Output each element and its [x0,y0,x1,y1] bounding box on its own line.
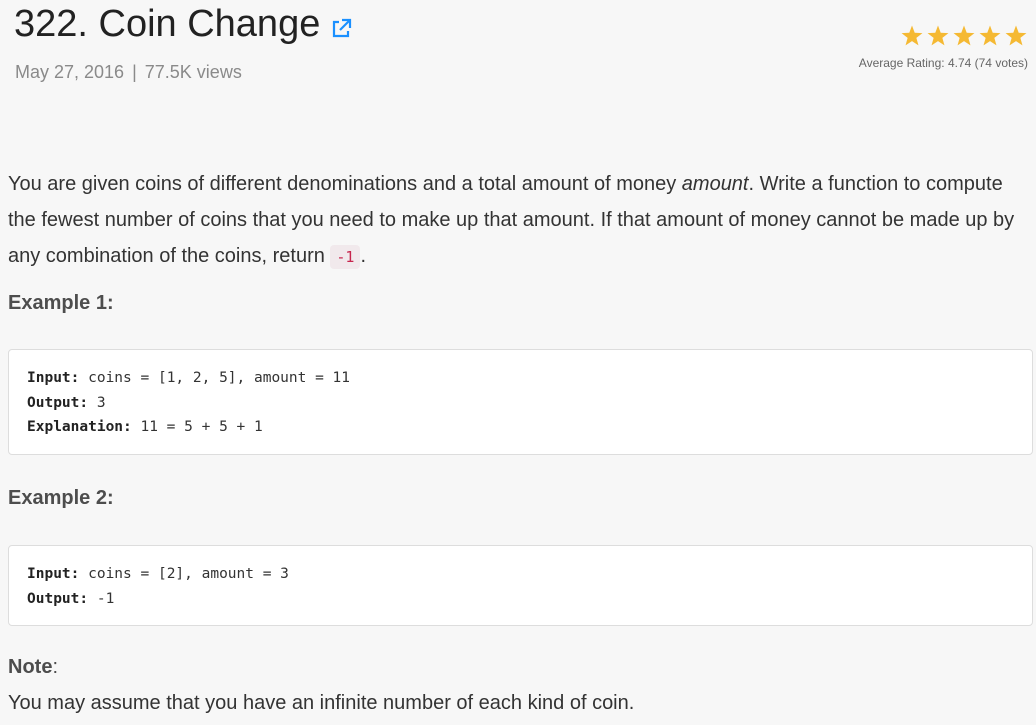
note-colon: : [52,656,59,678]
description-text: You are given coins of different denomin… [8,173,682,195]
star-icon[interactable] [926,24,950,48]
star-icon[interactable] [952,24,976,48]
return-value-code: -1 [330,245,361,269]
article-meta: May 27, 2016 | 77.5K views [15,62,242,83]
amount-term: amount [681,173,749,195]
average-rating-text: Average Rating: 4.74 (74 votes) [858,56,1028,70]
rating-widget: Average Rating: 4.74 (74 votes) [859,24,1028,70]
post-date: May 27, 2016 [15,62,125,82]
code-line: Input: coins = [1, 2, 5], amount = 11 [27,370,351,386]
meta-separator: | [132,62,137,82]
code-line: Explanation: 11 = 5 + 5 + 1 [27,419,263,435]
example-1-heading: Example 1: [8,292,114,314]
example-2-code-block: Input: coins = [2], amount = 3 Output: -… [8,545,1033,626]
star-icon[interactable] [978,24,1002,48]
description-text-end: . [360,245,367,267]
article-page: 322. Coin Change May 27, 2016 | 77.5K view… [0,0,1036,725]
external-link-icon[interactable] [330,6,352,38]
view-count: 77.5K views [144,62,242,82]
note-text: You may assume that you have an infinite… [8,692,635,714]
code-line: Output: -1 [27,590,115,607]
title-text: 322. Coin Change [14,3,321,45]
note-label: Note [8,656,53,678]
code-line: Input: coins = [2], amount = 3 [27,566,289,582]
example-2-heading: Example 2: [8,487,114,509]
code-line: Output: 3 [27,394,106,411]
example-1-code-block: Input: coins = [1, 2, 5], amount = 11 Ou… [8,349,1033,455]
star-icon[interactable] [900,24,924,48]
note-heading: Note: [8,656,58,679]
problem-description: You are given coins of different denomin… [8,166,1034,275]
star-icon[interactable] [1004,24,1028,48]
star-rating[interactable] [859,24,1028,48]
page-title: 322. Coin Change [14,2,352,46]
